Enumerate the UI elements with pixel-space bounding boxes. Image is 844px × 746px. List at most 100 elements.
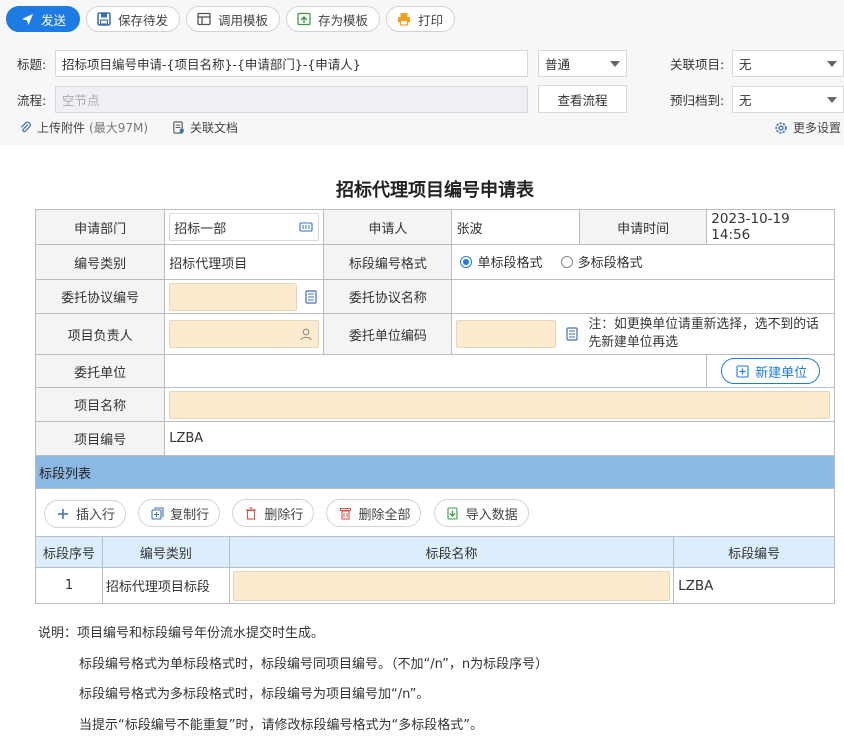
import-data-button[interactable]: 导入数据 (434, 499, 529, 527)
more-settings-link[interactable]: 更多设置 (773, 119, 841, 136)
radio-multi-format[interactable]: 多标段格式 (561, 252, 643, 271)
toolbar: 发送 保存待发 调用模板 存为模板 打印 (6, 6, 455, 32)
priority-select[interactable]: 普通 (538, 50, 627, 77)
project-no-label: 项目编号 (36, 422, 165, 456)
radio-unchecked-icon (561, 256, 573, 268)
send-label: 发送 (41, 10, 66, 29)
print-button[interactable]: 打印 (386, 6, 455, 32)
form-title: 招标代理项目编号申请表 (0, 176, 844, 202)
chevron-down-icon (610, 61, 620, 67)
new-unit-button[interactable]: 新建单位 (721, 358, 820, 384)
applicant-label: 申请人 (324, 210, 452, 245)
manager-label: 项目负责人 (36, 314, 165, 355)
copy-row-button[interactable]: 复制行 (138, 499, 220, 527)
delete-all-button[interactable]: 删除全部 (326, 499, 421, 527)
manager-input[interactable] (169, 320, 319, 348)
import-icon (445, 505, 461, 521)
row-name-cell (229, 568, 673, 604)
save-template-label: 存为模板 (318, 10, 368, 29)
related-select[interactable]: 无 (732, 50, 844, 77)
save-icon (96, 11, 112, 27)
load-template-button[interactable]: 调用模板 (186, 6, 280, 32)
segment-name-input[interactable] (233, 571, 670, 601)
save-draft-label: 保存待发 (118, 10, 168, 29)
list-picker-icon[interactable] (303, 289, 319, 305)
row-seq: 1 (36, 568, 103, 604)
instructions: 说明：项目编号和标段编号年份流水提交时生成。 标段编号格式为单标段格式时，标段编… (38, 624, 548, 746)
copy-row-label: 复制行 (170, 504, 209, 523)
flow-input[interactable]: 空节点 (55, 86, 528, 113)
title-input[interactable]: 招标项目编号申请-{项目名称}-{申请部门}-{申请人} (55, 50, 528, 77)
delete-row-label: 删除行 (264, 504, 303, 523)
segfmt-options: 单标段格式 多标段格式 (452, 245, 835, 280)
dept-value: 招标一部 (174, 218, 226, 237)
note-lead: 说明：项目编号和标段编号年份流水提交时生成。 (38, 624, 548, 655)
col-code: 标段编号 (674, 537, 835, 568)
list-picker-icon[interactable] (564, 326, 580, 342)
top-panel: 发送 保存待发 调用模板 存为模板 打印 标题: (0, 0, 844, 145)
row-type: 招标代理项目标段 (102, 568, 229, 604)
agreement-no-label: 委托协议编号 (36, 280, 165, 314)
dept-input[interactable]: 招标一部 (169, 213, 319, 241)
segfmt-label: 标段编号格式 (324, 245, 452, 280)
col-seq: 标段序号 (36, 537, 103, 568)
chevron-down-icon (827, 61, 837, 67)
send-button[interactable]: 发送 (6, 6, 80, 32)
send-icon (19, 11, 35, 27)
import-data-label: 导入数据 (466, 504, 518, 523)
insert-row-label: 插入行 (76, 504, 115, 523)
project-name-cell (165, 388, 835, 422)
org-picker-icon[interactable] (298, 219, 314, 235)
note-line-3: 当提示“标段编号不能重复”时，请修改标段编号格式为“多标段格式”。 (38, 716, 548, 746)
agreement-name-label: 委托协议名称 (324, 280, 452, 314)
flow-row: 流程: 空节点 (17, 86, 528, 113)
save-template-button[interactable]: 存为模板 (286, 6, 380, 32)
load-template-label: 调用模板 (218, 10, 268, 29)
add-box-icon (734, 363, 750, 379)
segment-list-header: 标段列表 (36, 456, 835, 489)
plus-icon (55, 506, 71, 522)
dept-label: 申请部门 (36, 210, 165, 245)
type-value: 招标代理项目 (165, 245, 324, 280)
unit-code-cell: 注：如更换单位请重新选择，选不到的话先新建单位再选 (452, 314, 835, 355)
time-value: 2023-10-19 14:56 (707, 210, 835, 245)
document-link-icon (170, 120, 186, 136)
unit-code-input[interactable] (456, 320, 556, 348)
save-template-icon (296, 11, 312, 27)
new-unit-cell: 新建单位 (707, 355, 835, 388)
user-picker-icon[interactable] (298, 326, 314, 342)
project-name-input[interactable] (169, 391, 830, 419)
save-draft-button[interactable]: 保存待发 (86, 6, 180, 32)
archive-label: 预归档到: (670, 90, 732, 109)
more-settings-label: 更多设置 (793, 119, 841, 136)
archive-value: 无 (739, 90, 752, 109)
insert-row-button[interactable]: 插入行 (44, 500, 126, 528)
title-label: 标题: (17, 54, 55, 73)
radio-single-format[interactable]: 单标段格式 (460, 252, 542, 271)
dept-cell: 招标一部 (165, 210, 324, 245)
copy-icon (149, 505, 165, 521)
trash-all-icon (337, 505, 353, 521)
archive-row: 预归档到: 无 (670, 86, 844, 113)
radio-checked-icon (460, 256, 472, 268)
agreement-no-input[interactable] (169, 283, 297, 311)
manager-cell (165, 314, 324, 355)
paperclip-icon (17, 120, 33, 136)
row-code: LZBA (674, 568, 835, 604)
gear-icon (773, 120, 789, 136)
project-name-label: 项目名称 (36, 388, 165, 422)
archive-select[interactable]: 无 (732, 86, 844, 113)
time-label: 申请时间 (579, 210, 706, 245)
table-row: 1 招标代理项目标段 LZBA (36, 568, 835, 604)
upload-attachment-link[interactable]: 上传附件(最大97M) (17, 119, 148, 136)
related-row: 关联项目: 无 (670, 50, 844, 77)
type-label: 编号类别 (36, 245, 165, 280)
application-form: 申请部门 招标一部 申请人 张波 申请时间 2023-10-19 14:56 编… (35, 209, 835, 539)
unit-note: 注：如更换单位请重新选择，选不到的话先新建单位再选 (588, 316, 830, 352)
delete-row-button[interactable]: 删除行 (232, 499, 314, 527)
col-name: 标段名称 (229, 537, 673, 568)
related-label: 关联项目: (670, 54, 732, 73)
printer-icon (396, 11, 412, 27)
view-flow-button[interactable]: 查看流程 (538, 85, 627, 113)
related-document-link[interactable]: 关联文档 (170, 119, 238, 136)
